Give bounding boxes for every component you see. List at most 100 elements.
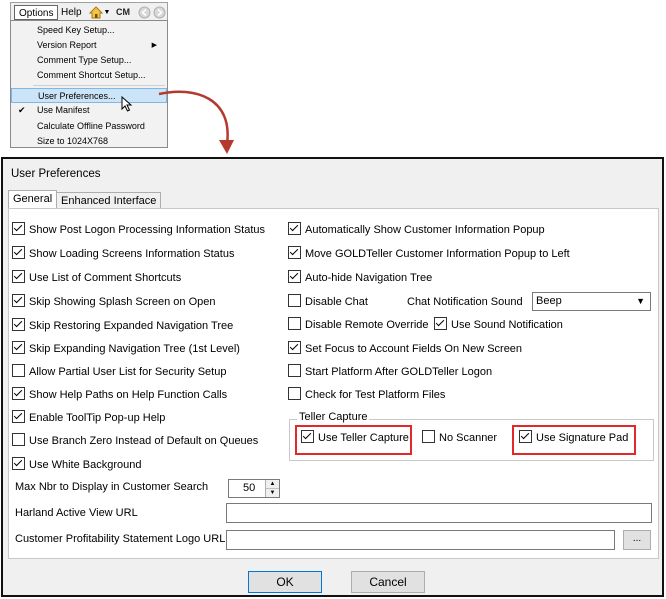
checkbox-skip-splash-screen[interactable]: Skip Showing Splash Screen on Open — [12, 294, 216, 310]
checkbox-box[interactable] — [288, 364, 301, 377]
checkbox-no-scanner[interactable]: No Scanner — [422, 430, 497, 446]
checkbox-use-signature-pad[interactable]: Use Signature Pad — [519, 430, 628, 446]
checkbox-box[interactable] — [288, 270, 301, 283]
menu-item-use-manifest[interactable]: ✔ Use Manifest — [11, 103, 167, 118]
checkbox-auto-hide-nav-tree[interactable]: Auto-hide Navigation Tree — [288, 270, 432, 286]
checkbox-move-customer-popup-left[interactable]: Move GOLDTeller Customer Information Pop… — [288, 246, 570, 262]
menu-item-label: Size to 1024X768 — [37, 136, 109, 146]
menu-options[interactable]: Options — [14, 5, 59, 20]
checkbox-disable-remote-override[interactable]: Disable Remote Override — [288, 317, 429, 333]
checkbox-box[interactable] — [12, 387, 25, 400]
max-nbr-label: Max Nbr to Display in Customer Search — [15, 481, 209, 493]
menu-item-user-preferences[interactable]: User Preferences... — [11, 88, 167, 103]
menu-item-comment-type-setup[interactable]: Comment Type Setup... — [11, 53, 167, 68]
menu-separator — [33, 85, 165, 86]
cancel-button[interactable]: Cancel — [351, 571, 425, 593]
checkbox-box[interactable] — [12, 294, 25, 307]
logo-url-input[interactable] — [226, 530, 615, 550]
menu-item-speed-key-setup[interactable]: Speed Key Setup... — [11, 23, 167, 38]
checkbox-box[interactable] — [301, 430, 314, 443]
checkbox-label: Move GOLDTeller Customer Information Pop… — [305, 248, 570, 260]
checkbox-box[interactable] — [12, 270, 25, 283]
checkbox-label: Enable ToolTip Pop-up Help — [29, 412, 166, 424]
dropdown-arrow-icon[interactable]: ▼ — [103, 6, 111, 19]
checkbox-label: Skip Restoring Expanded Navigation Tree — [29, 320, 234, 332]
menu-item-size-to-1024x768[interactable]: Size to 1024X768 — [11, 134, 167, 149]
checkbox-label: Use Signature Pad — [536, 432, 629, 444]
menu-item-label: Calculate Offline Password — [37, 121, 145, 131]
checkbox-box[interactable] — [12, 433, 25, 446]
checkbox-label: No Scanner — [439, 432, 498, 444]
checkbox-box[interactable] — [12, 246, 25, 259]
curved-arrow-icon — [158, 90, 234, 154]
checkbox-use-teller-capture[interactable]: Use Teller Capture — [301, 430, 409, 446]
forward-icon[interactable] — [152, 6, 166, 19]
checkbox-skip-expanding-nav-tree[interactable]: Skip Expanding Navigation Tree (1st Leve… — [12, 341, 240, 357]
cm-logo-icon[interactable]: CM — [114, 6, 132, 19]
menu-item-label: User Preferences... — [38, 91, 116, 101]
checkbox-label: Use Teller Capture — [318, 432, 409, 444]
checkbox-box[interactable] — [12, 222, 25, 235]
checkbox-use-white-background[interactable]: Use White Background — [12, 457, 142, 473]
menu-item-label: Comment Shortcut Setup... — [37, 70, 146, 80]
menu-item-label: Speed Key Setup... — [37, 25, 115, 35]
checkbox-label: Disable Chat — [305, 296, 368, 308]
checkbox-disable-chat[interactable]: Disable Chat — [288, 294, 368, 310]
checkbox-label: Show Loading Screens Information Status — [29, 248, 235, 260]
checkbox-label: Skip Showing Splash Screen on Open — [29, 296, 216, 308]
back-icon[interactable] — [137, 6, 151, 19]
spinner-up-icon[interactable]: ▲ — [266, 480, 279, 489]
spinner-down-icon[interactable]: ▼ — [266, 489, 279, 497]
checkbox-show-loading-screens-status[interactable]: Show Loading Screens Information Status — [12, 246, 234, 262]
checkbox-label: Skip Expanding Navigation Tree (1st Leve… — [29, 343, 240, 355]
checkbox-box[interactable] — [288, 222, 301, 235]
checkbox-set-focus-account-fields[interactable]: Set Focus to Account Fields On New Scree… — [288, 341, 522, 357]
browse-button[interactable]: ... — [623, 530, 651, 550]
menu-item-comment-shortcut-setup[interactable]: Comment Shortcut Setup... — [11, 68, 167, 83]
user-preferences-dialog: User Preferences General Enhanced Interf… — [1, 157, 664, 597]
menu-item-version-report[interactable]: Version Report ▶ — [11, 38, 167, 53]
checkbox-box[interactable] — [288, 246, 301, 259]
menu-item-label: Comment Type Setup... — [37, 55, 132, 65]
checkbox-label: Show Help Paths on Help Function Calls — [29, 389, 228, 401]
checkbox-box[interactable] — [434, 317, 447, 330]
checkbox-enable-tooltip-help[interactable]: Enable ToolTip Pop-up Help — [12, 410, 165, 426]
harland-url-input[interactable] — [226, 503, 652, 523]
checkbox-box[interactable] — [422, 430, 435, 443]
menu-item-label: Version Report — [37, 40, 97, 50]
checkbox-label: Use Sound Notification — [451, 319, 563, 331]
checkbox-auto-show-customer-popup[interactable]: Automatically Show Customer Information … — [288, 222, 545, 238]
checkbox-box[interactable] — [288, 341, 301, 354]
menu-help[interactable]: Help — [57, 5, 86, 20]
checkbox-start-platform-after-logon[interactable]: Start Platform After GOLDTeller Logon — [288, 364, 492, 380]
checkbox-box[interactable] — [288, 294, 301, 307]
checkbox-box[interactable] — [12, 457, 25, 470]
tab-general[interactable]: General — [8, 190, 58, 209]
checkbox-use-list-comment-shortcuts[interactable]: Use List of Comment Shortcuts — [12, 270, 181, 286]
checkbox-box[interactable] — [519, 430, 532, 443]
ok-button[interactable]: OK — [248, 571, 322, 593]
menu-item-calculate-offline-password[interactable]: Calculate Offline Password — [11, 119, 167, 134]
checkbox-label: Set Focus to Account Fields On New Scree… — [305, 343, 523, 355]
checkbox-skip-restoring-nav-tree[interactable]: Skip Restoring Expanded Navigation Tree — [12, 318, 233, 334]
checkbox-use-branch-zero[interactable]: Use Branch Zero Instead of Default on Qu… — [12, 433, 258, 449]
home-icon[interactable] — [88, 6, 104, 19]
checkbox-allow-partial-user-list[interactable]: Allow Partial User List for Security Set… — [12, 364, 226, 380]
tab-enhanced-interface[interactable]: Enhanced Interface — [56, 192, 162, 209]
checkbox-box[interactable] — [12, 341, 25, 354]
checkbox-box[interactable] — [12, 364, 25, 377]
checkbox-box[interactable] — [288, 387, 301, 400]
chat-notification-sound-select[interactable]: Beep ▼ — [532, 292, 651, 311]
checkbox-check-test-platform-files[interactable]: Check for Test Platform Files — [288, 387, 445, 403]
max-nbr-spinner[interactable]: 50 ▲ ▼ — [228, 479, 280, 498]
checkbox-show-help-paths[interactable]: Show Help Paths on Help Function Calls — [12, 387, 227, 403]
checkbox-box[interactable] — [12, 318, 25, 331]
checkbox-box[interactable] — [12, 410, 25, 423]
checkbox-use-sound-notification[interactable]: Use Sound Notification — [434, 317, 563, 333]
checkbox-label: Allow Partial User List for Security Set… — [29, 366, 227, 378]
checkbox-label: Show Post Logon Processing Information S… — [29, 224, 266, 236]
checkbox-show-post-logon-status[interactable]: Show Post Logon Processing Information S… — [12, 222, 265, 238]
checkbox-box[interactable] — [288, 317, 301, 330]
checkmark-icon: ✔ — [18, 105, 26, 115]
spinner-buttons: ▲ ▼ — [265, 480, 279, 497]
